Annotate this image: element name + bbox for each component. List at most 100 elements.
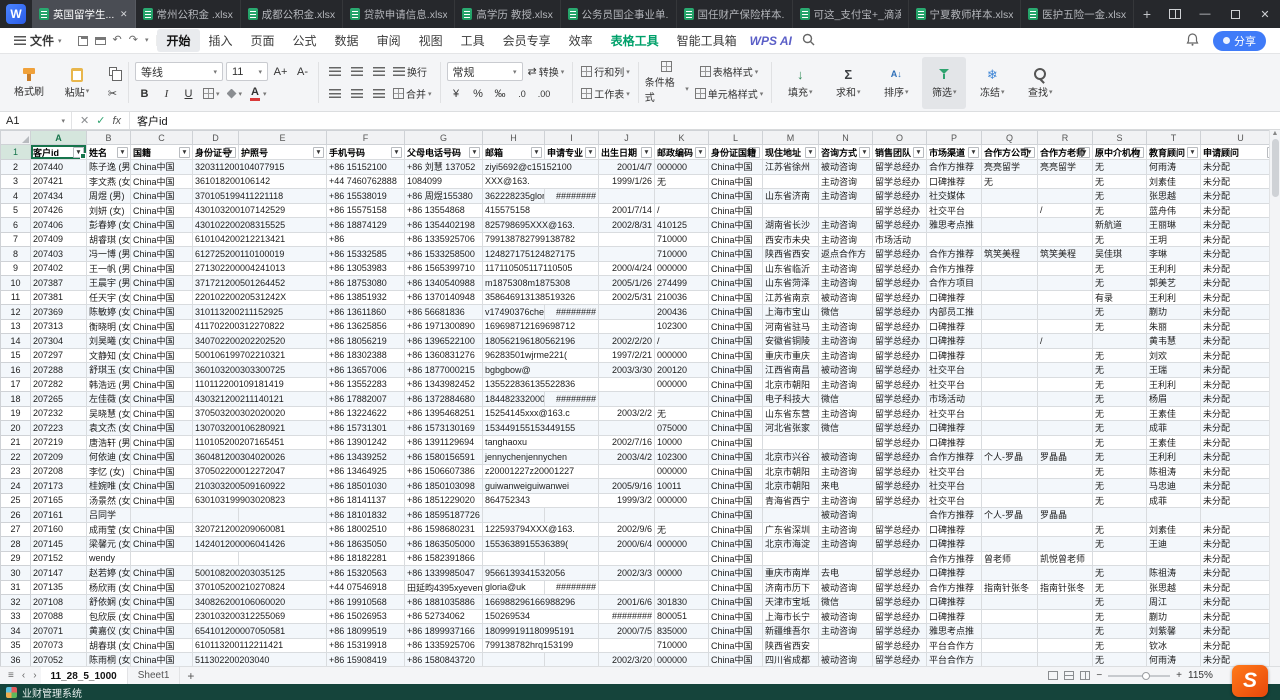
cell[interactable]: 王利利: [1147, 261, 1201, 276]
cell[interactable]: +86 18101832: [327, 508, 405, 523]
cell[interactable]: China中国: [131, 203, 193, 218]
cell[interactable]: [1038, 261, 1093, 276]
cell[interactable]: 北京市兴谷: [763, 450, 819, 465]
cell[interactable]: [819, 203, 873, 218]
percent-format-button[interactable]: %: [469, 84, 488, 103]
cell[interactable]: 留学总经办: [873, 363, 927, 378]
cell[interactable]: 主动咨询: [819, 319, 873, 334]
cell[interactable]: [1038, 348, 1093, 363]
cell[interactable]: 彭春婷 (女: [87, 218, 131, 233]
cell[interactable]: 799138782hrq153199: [483, 638, 599, 653]
cell[interactable]: China中国: [131, 479, 193, 494]
cell[interactable]: 340702200202202520: [193, 334, 327, 349]
cell[interactable]: 1997/2/21: [599, 348, 655, 363]
column-letter[interactable]: H: [483, 131, 545, 145]
cell[interactable]: 江西省南昌: [763, 363, 819, 378]
cell[interactable]: +86 1863505000: [405, 537, 483, 552]
cell[interactable]: 310113200211152925: [193, 305, 327, 320]
cell[interactable]: 合作方推荐: [927, 508, 982, 523]
cell[interactable]: 主动咨询: [819, 537, 873, 552]
cell[interactable]: 梁馨元 (女: [87, 537, 131, 552]
cell[interactable]: [982, 319, 1038, 334]
cell[interactable]: 2003/4/2: [599, 450, 655, 465]
filter-dropdown-icon[interactable]: ▼: [641, 147, 652, 158]
cell[interactable]: China中国: [709, 537, 763, 552]
row-number[interactable]: 17: [1, 377, 31, 392]
file-tab[interactable]: 公务员国企事业单...: [561, 0, 677, 28]
cell[interactable]: 207313: [31, 319, 87, 334]
align-top-button[interactable]: [325, 62, 344, 81]
cell[interactable]: 主动咨询: [819, 218, 873, 233]
filter-dropdown-icon[interactable]: ▼: [1024, 147, 1035, 158]
cell[interactable]: China中国: [131, 493, 193, 508]
cell[interactable]: 2002/7/16: [599, 435, 655, 450]
cell[interactable]: [655, 580, 709, 595]
cell[interactable]: 361018200106142: [193, 174, 327, 189]
cell[interactable]: 郭美艺: [1147, 276, 1201, 291]
cell[interactable]: 吕同学: [87, 508, 131, 523]
vertical-scrollbar[interactable]: ▲: [1269, 130, 1280, 666]
cell[interactable]: 340826200106060020: [193, 595, 327, 610]
cell[interactable]: 无: [1093, 363, 1147, 378]
sort-tool-button[interactable]: A↓排序▾: [874, 57, 918, 109]
cell[interactable]: +86 1580156591: [405, 450, 483, 465]
cell[interactable]: +86 15332585: [327, 247, 405, 262]
cell[interactable]: 207160: [31, 522, 87, 537]
cell[interactable]: [982, 421, 1038, 436]
cell[interactable]: 610104200212213421: [193, 232, 327, 247]
column-header-cell[interactable]: ▼邮箱: [483, 145, 545, 160]
cell[interactable]: +86 刘慧 137052: [405, 160, 483, 175]
cell[interactable]: 胡睿琪 (女: [87, 232, 131, 247]
conditional-format-button[interactable]: 条件格式▾: [645, 57, 689, 109]
cell[interactable]: 刘紫馨: [1147, 624, 1201, 639]
cell[interactable]: 青海省西宁: [763, 493, 819, 508]
cell[interactable]: China中国: [131, 276, 193, 291]
cell[interactable]: 社交平台: [927, 406, 982, 421]
cell[interactable]: 主动咨询: [819, 276, 873, 291]
cell[interactable]: [1038, 305, 1093, 320]
cell[interactable]: 96283501wjrme221(: [483, 348, 599, 363]
cell[interactable]: 陕西省西安: [763, 638, 819, 653]
cell[interactable]: ziyi5692@c15152100: [483, 160, 599, 175]
cell[interactable]: 无: [982, 174, 1038, 189]
row-number[interactable]: 19: [1, 406, 31, 421]
cell[interactable]: 留学总经办: [873, 348, 927, 363]
cell[interactable]: [982, 290, 1038, 305]
row-number[interactable]: 34: [1, 624, 31, 639]
cell[interactable]: +86 18501030: [327, 479, 405, 494]
cell[interactable]: China中国: [131, 435, 193, 450]
cell[interactable]: [1038, 624, 1093, 639]
cell[interactable]: 口碑推荐: [927, 522, 982, 537]
italic-button[interactable]: I: [157, 84, 176, 103]
layout-switch-icon[interactable]: [1160, 0, 1190, 28]
cell[interactable]: China中国: [709, 218, 763, 233]
cell[interactable]: 207173: [31, 479, 87, 494]
cell[interactable]: +86 1506607386: [405, 464, 483, 479]
cell[interactable]: [763, 203, 819, 218]
file-tab[interactable]: 宁夏教师样本.xlsx: [909, 0, 1022, 28]
cell[interactable]: +86 56681836: [405, 305, 483, 320]
table-style-button[interactable]: 表格样式▾: [693, 62, 766, 81]
cell[interactable]: 王瑞: [1147, 363, 1201, 378]
cell[interactable]: 无: [1093, 406, 1147, 421]
cell[interactable]: +86 18002510: [327, 522, 405, 537]
row-number[interactable]: 28: [1, 537, 31, 552]
file-tab[interactable]: 国任财产保险样本...: [677, 0, 793, 28]
cell[interactable]: 何依迪 (女: [87, 450, 131, 465]
cell[interactable]: 207265: [31, 392, 87, 407]
row-number[interactable]: 11: [1, 290, 31, 305]
cell[interactable]: 710000: [655, 232, 709, 247]
cell[interactable]: +86 18182281: [327, 551, 405, 566]
cell[interactable]: 湖南省长沙: [763, 218, 819, 233]
cell[interactable]: +86 52734062: [405, 609, 483, 624]
cell[interactable]: 吴佳琪: [1093, 247, 1147, 262]
cell[interactable]: 无: [1093, 522, 1147, 537]
cell[interactable]: 207147: [31, 566, 87, 581]
cell[interactable]: [545, 508, 599, 523]
cell[interactable]: [982, 377, 1038, 392]
column-header-cell[interactable]: ▼身份证国籍: [709, 145, 763, 160]
decrease-font-button[interactable]: A-: [293, 62, 312, 81]
cell[interactable]: China中国: [709, 305, 763, 320]
cell[interactable]: China中国: [709, 247, 763, 262]
row-number[interactable]: 23: [1, 464, 31, 479]
